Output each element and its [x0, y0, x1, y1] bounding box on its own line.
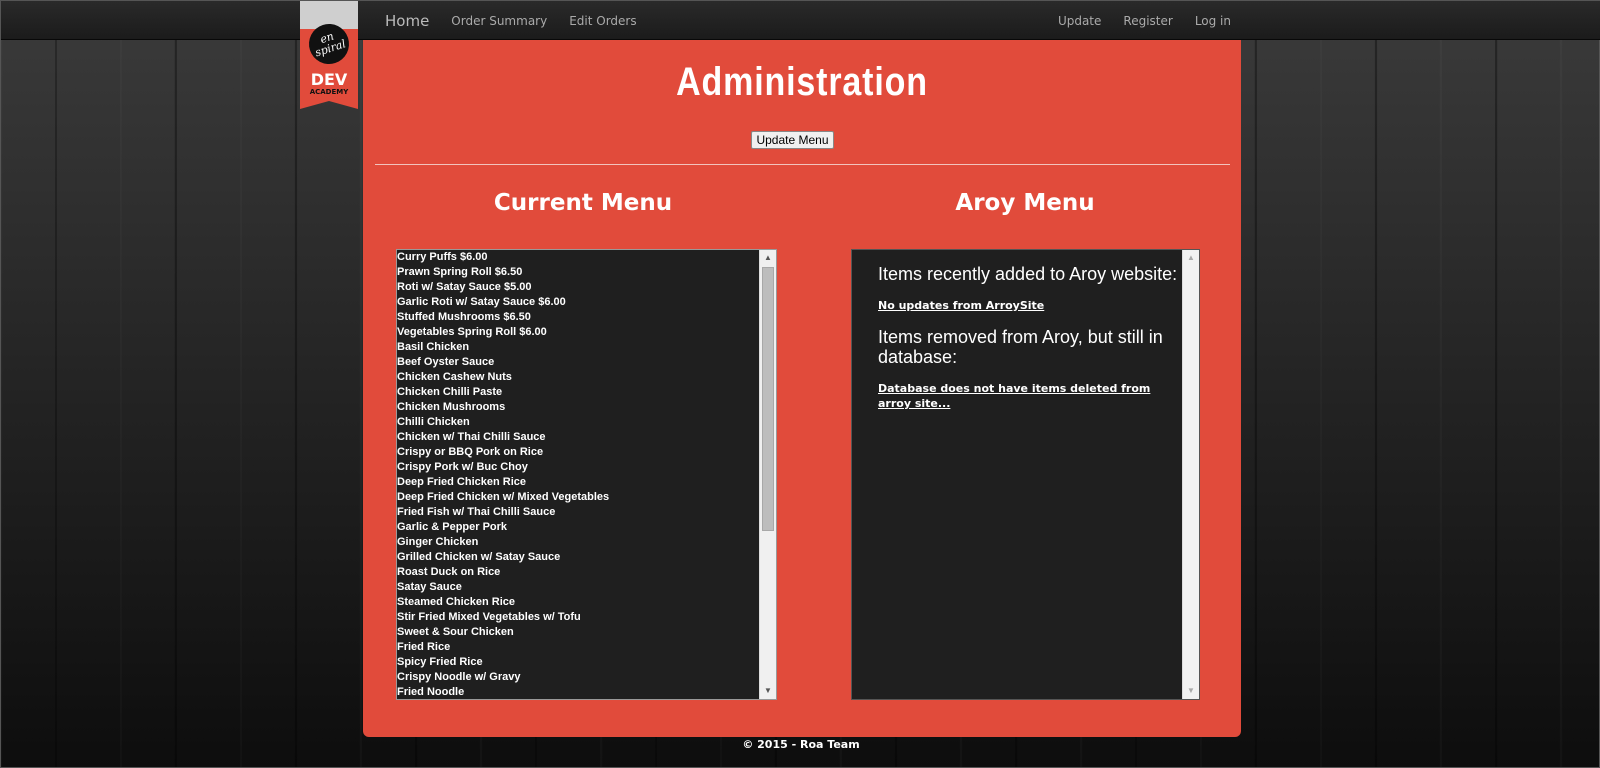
menu-list-item[interactable]: Chicken w/ Thai Chilli Sauce [397, 430, 759, 445]
nav-update-link[interactable]: Update [1058, 14, 1101, 28]
removed-items-note[interactable]: Database does not have items deleted fro… [878, 381, 1180, 411]
divider [375, 164, 1230, 165]
nav-right: Update Register Log in [1036, 1, 1231, 40]
menu-list-item[interactable]: Fried Rice [397, 640, 759, 655]
menu-list-item[interactable]: Roti w/ Satay Sauce $5.00 [397, 280, 759, 295]
scroll-thumb[interactable] [762, 267, 774, 531]
scroll-up-arrow-icon[interactable]: ▲ [760, 250, 776, 266]
menu-list-item[interactable]: Deep Fried Chicken Rice [397, 475, 759, 490]
nav-login-link[interactable]: Log in [1195, 14, 1231, 28]
page-title: Administration [676, 60, 928, 104]
aroy-menu-title: Aroy Menu [955, 190, 1095, 216]
menu-list-item[interactable]: Steamed Chicken Rice [397, 595, 759, 610]
menu-list-item[interactable]: Garlic Roti w/ Satay Sauce $6.00 [397, 295, 759, 310]
scroll-down-arrow-icon[interactable]: ▼ [1183, 683, 1199, 699]
menu-list-item[interactable]: Prawn Spring Roll $6.50 [397, 265, 759, 280]
removed-items-heading: Items removed from Aroy, but still in da… [878, 327, 1163, 367]
added-items-note[interactable]: No updates from ArroySite [878, 298, 1180, 313]
menu-list-item[interactable]: Chicken Chilli Paste [397, 385, 759, 400]
aroy-menu-box: Items recently added to Aroy website: No… [851, 249, 1200, 700]
menu-list-item[interactable]: Crispy or BBQ Pork on Rice [397, 445, 759, 460]
menu-list-item[interactable]: Satay Sauce [397, 580, 759, 595]
menu-list-item[interactable]: Sweet & Sour Chicken [397, 625, 759, 640]
aroy-menu-scrollbar[interactable]: ▲ ▼ [1182, 250, 1199, 699]
menu-list-item[interactable]: Vegetables Spring Roll $6.00 [397, 325, 759, 340]
menu-list-item[interactable]: Fried Noodle [397, 685, 759, 699]
menu-list-item[interactable]: Roast Duck on Rice [397, 565, 759, 580]
scroll-up-arrow-icon[interactable]: ▲ [1183, 250, 1199, 266]
menu-list-item[interactable]: Garlic & Pepper Pork [397, 520, 759, 535]
dev-academy-logo[interactable]: en spiral DEV ACADEMY [300, 1, 358, 109]
added-items-heading: Items recently added to Aroy website: [878, 264, 1178, 284]
menu-list-item[interactable]: Grilled Chicken w/ Satay Sauce [397, 550, 759, 565]
menu-list-item[interactable]: Beef Oyster Sauce [397, 355, 759, 370]
admin-panel: Administration Update Menu Current Menu … [363, 40, 1241, 737]
menu-list-item[interactable]: Chicken Mushrooms [397, 400, 759, 415]
menu-list-item[interactable]: Crispy Noodle w/ Gravy [397, 670, 759, 685]
logo-academy-text: ACADEMY [309, 88, 349, 96]
current-menu-title: Current Menu [493, 190, 673, 216]
menu-list-item[interactable]: Fried Fish w/ Thai Chilli Sauce [397, 505, 759, 520]
scroll-down-arrow-icon[interactable]: ▼ [760, 683, 776, 699]
nav-home-link[interactable]: Home [385, 12, 429, 30]
menu-list-item[interactable]: Deep Fried Chicken w/ Mixed Vegetables [397, 490, 759, 505]
update-menu-button[interactable]: Update Menu [751, 131, 834, 149]
aroy-menu-content: Items recently added to Aroy website: No… [878, 264, 1180, 425]
current-menu-items: Curry Puffs $6.00 Prawn Spring Roll $6.50… [397, 250, 759, 699]
nav-order-summary-link[interactable]: Order Summary [451, 14, 547, 28]
logo-dev-text: DEV [310, 70, 348, 89]
current-menu-scrollbar[interactable]: ▲ ▼ [759, 250, 776, 699]
nav-edit-orders-link[interactable]: Edit Orders [569, 14, 636, 28]
menu-list-item[interactable]: Curry Puffs $6.00 [397, 250, 759, 265]
top-navbar: Home Order Summary Edit Orders Update Re… [1, 1, 1600, 40]
menu-list-item[interactable]: Crispy Pork w/ Buc Choy [397, 460, 759, 475]
footer: © 2015 - Roa Team [742, 738, 860, 751]
menu-list-item[interactable]: Stir Fried Mixed Vegetables w/ Tofu [397, 610, 759, 625]
menu-list-item[interactable]: Stuffed Mushrooms $6.50 [397, 310, 759, 325]
nav-register-link[interactable]: Register [1123, 14, 1172, 28]
menu-list-item[interactable]: Chicken Cashew Nuts [397, 370, 759, 385]
menu-list-item[interactable]: Ginger Chicken [397, 535, 759, 550]
nav-left: Home Order Summary Edit Orders [385, 1, 659, 40]
menu-list-item[interactable]: Basil Chicken [397, 340, 759, 355]
menu-list-item[interactable]: Spicy Fried Rice [397, 655, 759, 670]
menu-list-item[interactable]: Chilli Chicken [397, 415, 759, 430]
current-menu-listbox[interactable]: Curry Puffs $6.00 Prawn Spring Roll $6.50… [396, 249, 777, 700]
